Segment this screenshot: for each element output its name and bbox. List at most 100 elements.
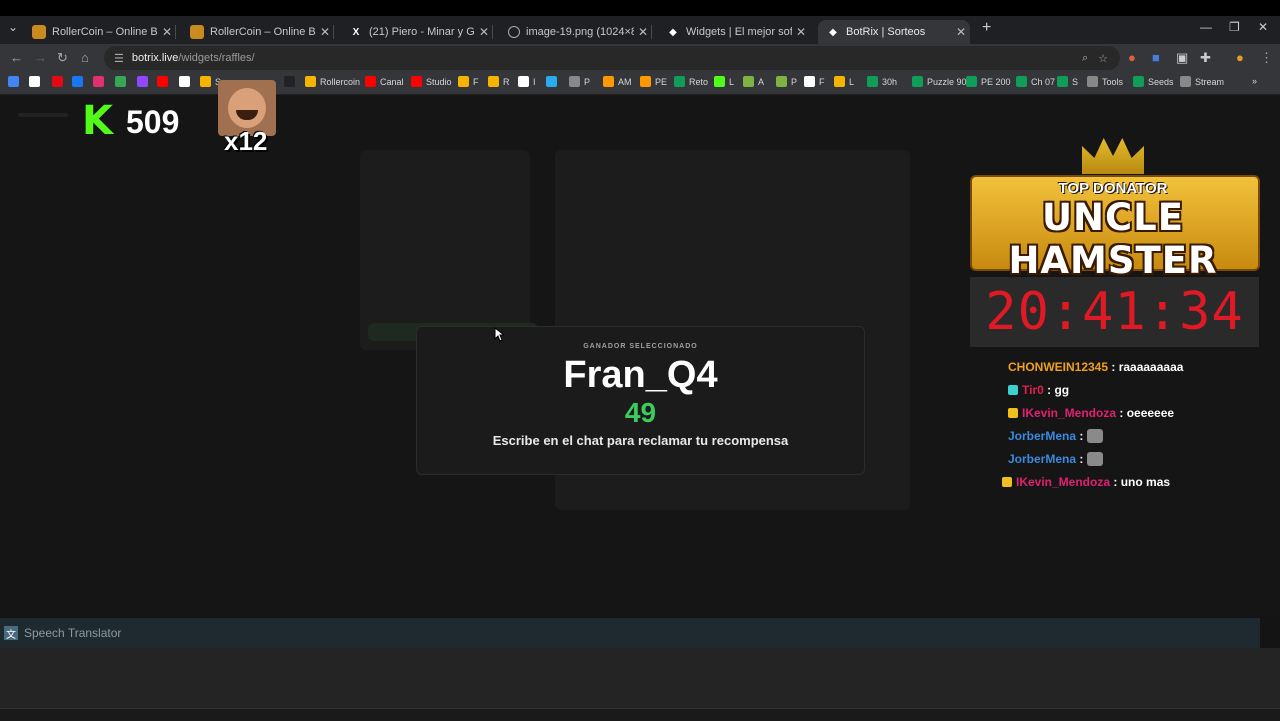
bookmark-item[interactable]: F: [458, 76, 479, 87]
bookmark-item[interactable]: L: [714, 76, 734, 87]
bookmark-favicon-icon: [488, 76, 499, 87]
bookmarks-bar: S Rollercoin Canal Studio F R I P AM PE Reto L A P F L 3…: [0, 72, 1280, 95]
close-icon[interactable]: ✕: [475, 25, 493, 39]
zoom-icon[interactable]: ⌕: [1082, 52, 1088, 65]
bookmark-favicon-icon: [1180, 76, 1191, 87]
bookmark-item[interactable]: P: [569, 76, 590, 87]
bookmark-item[interactable]: [72, 76, 87, 87]
bookmark-item[interactable]: Tools: [1087, 76, 1123, 87]
bookmark-item[interactable]: [115, 76, 130, 87]
bookmark-item[interactable]: [29, 76, 44, 87]
back-icon[interactable]: ←: [10, 50, 23, 65]
url-bar[interactable]: ☰ botrix.live /widgets/raffles/ ⌕ ☆: [104, 46, 1120, 70]
bookmark-item[interactable]: [93, 76, 108, 87]
bookmark-item[interactable]: I: [518, 76, 536, 87]
chat-emote-icon: [1087, 429, 1104, 443]
bookmark-favicon-icon: [137, 76, 148, 87]
bookmark-label: R: [503, 76, 510, 87]
close-icon[interactable]: ✕: [792, 25, 810, 39]
bookmark-item[interactable]: L: [834, 76, 854, 87]
bookmark-item[interactable]: [284, 76, 299, 87]
bookmark-item[interactable]: [157, 76, 172, 87]
browser-tab[interactable]: image-19.png (1024×863) ✕: [500, 20, 652, 44]
reload-icon[interactable]: ↻: [57, 50, 68, 66]
close-icon[interactable]: ✕: [316, 25, 334, 39]
background-panel: [360, 150, 530, 350]
browser-tab[interactable]: RollerCoin – Online Bitcoin Mining ✕: [182, 20, 334, 44]
bookmark-label: L: [849, 76, 855, 87]
bookmark-item[interactable]: PE 200: [966, 76, 1011, 87]
bookmark-item[interactable]: [546, 76, 561, 87]
extension-icon[interactable]: ●: [1128, 50, 1136, 65]
bookmark-favicon-icon: [93, 76, 104, 87]
bookmark-item[interactable]: A: [743, 76, 764, 87]
bookmark-item[interactable]: S: [1057, 76, 1078, 87]
chat-username: IKevin_Mendoza: [1022, 406, 1117, 420]
botrix-icon: ◆: [669, 26, 677, 38]
bookmark-label: AM: [618, 76, 632, 87]
botrix-icon: ◆: [829, 26, 837, 38]
browser-tab[interactable]: X (21) Piero - Minar y Ganar on X ✕: [341, 20, 493, 44]
bookmark-item[interactable]: Canal: [365, 76, 404, 87]
bookmark-item[interactable]: Rollercoin: [305, 76, 360, 87]
bookmark-favicon-icon: [458, 76, 469, 87]
site-info-icon[interactable]: ☰: [114, 52, 124, 65]
chat-message: IKevin_Mendoza : uno mas: [1002, 475, 1170, 489]
chat-badge-icon: [1002, 477, 1012, 487]
bookmark-favicon-icon: [569, 76, 580, 87]
window-close-icon[interactable]: ✕: [1258, 20, 1268, 34]
bookmark-item[interactable]: P: [776, 76, 797, 87]
bookmark-favicon-icon: [157, 76, 168, 87]
bookmarks-overflow-icon[interactable]: »: [1252, 76, 1257, 86]
close-icon[interactable]: ✕: [952, 25, 970, 39]
forward-icon[interactable]: →: [34, 50, 47, 65]
bookmark-item[interactable]: 30h: [867, 76, 897, 87]
bookmark-label: F: [819, 76, 825, 87]
bookmark-star-icon[interactable]: ☆: [1098, 52, 1108, 65]
bookmark-label: P: [791, 76, 798, 87]
browser-tab[interactable]: ◆ Widgets | El mejor software para ✕: [658, 20, 810, 44]
bookmark-label: Canal: [380, 76, 404, 87]
bookmark-favicon-icon: [776, 76, 787, 87]
home-icon[interactable]: ⌂: [81, 50, 89, 65]
bookmark-item[interactable]: Ch 07: [1016, 76, 1055, 87]
url-path: /widgets/raffles/: [178, 52, 255, 64]
close-icon[interactable]: ✕: [158, 25, 176, 39]
url-host: botrix.live: [131, 52, 179, 64]
bookmark-favicon-icon: [1087, 76, 1098, 87]
chat-message: Tir0 : gg: [1008, 383, 1069, 397]
chat-username: IKevin_Mendoza: [1016, 475, 1111, 489]
extension-icon[interactable]: ▣: [1176, 50, 1188, 66]
bookmark-item[interactable]: R: [488, 76, 510, 87]
extensions-puzzle-icon[interactable]: ✚: [1200, 50, 1211, 66]
bookmark-item[interactable]: Stream: [1180, 76, 1224, 87]
bookmark-label: Puzzle 90: [927, 76, 967, 87]
chat-badge-icon: [1008, 408, 1018, 418]
close-icon[interactable]: ✕: [634, 25, 652, 39]
profile-avatar[interactable]: ●: [1236, 50, 1244, 65]
menu-kebab-icon[interactable]: ⋮: [1260, 50, 1273, 66]
bookmark-item[interactable]: [8, 76, 23, 87]
restore-icon[interactable]: ❐: [1229, 20, 1240, 34]
bookmark-item[interactable]: Seeds: [1133, 76, 1174, 87]
bookmark-label: Ch 07: [1031, 76, 1056, 87]
browser-tab-active[interactable]: ◆ BotRix | Sorteos ✕: [818, 20, 970, 44]
bookmark-favicon-icon: [1133, 76, 1144, 87]
new-tab-button[interactable]: +: [982, 19, 991, 37]
tab-search-icon[interactable]: ⌄: [8, 20, 18, 34]
bookmark-item[interactable]: Studio: [411, 76, 452, 87]
browser-tab[interactable]: RollerCoin – Online Bitcoin Mining ✕: [24, 20, 176, 44]
bookmark-item[interactable]: AM: [603, 76, 632, 87]
bookmark-item[interactable]: Reto: [674, 76, 708, 87]
minimize-icon[interactable]: —: [1200, 20, 1212, 34]
extension-icon[interactable]: ■: [1152, 50, 1160, 65]
bookmark-item[interactable]: [179, 76, 194, 87]
bookmark-item[interactable]: Puzzle 90: [912, 76, 967, 87]
bookmark-item[interactable]: [52, 76, 67, 87]
speech-translator-bar[interactable]: 文 Speech Translator: [0, 618, 1260, 648]
bookmark-item[interactable]: F: [804, 76, 825, 87]
bookmark-item[interactable]: PE: [640, 76, 667, 87]
bookmark-item[interactable]: [137, 76, 152, 87]
chat-username: Tir0: [1022, 383, 1044, 397]
bookmark-favicon-icon: [804, 76, 815, 87]
